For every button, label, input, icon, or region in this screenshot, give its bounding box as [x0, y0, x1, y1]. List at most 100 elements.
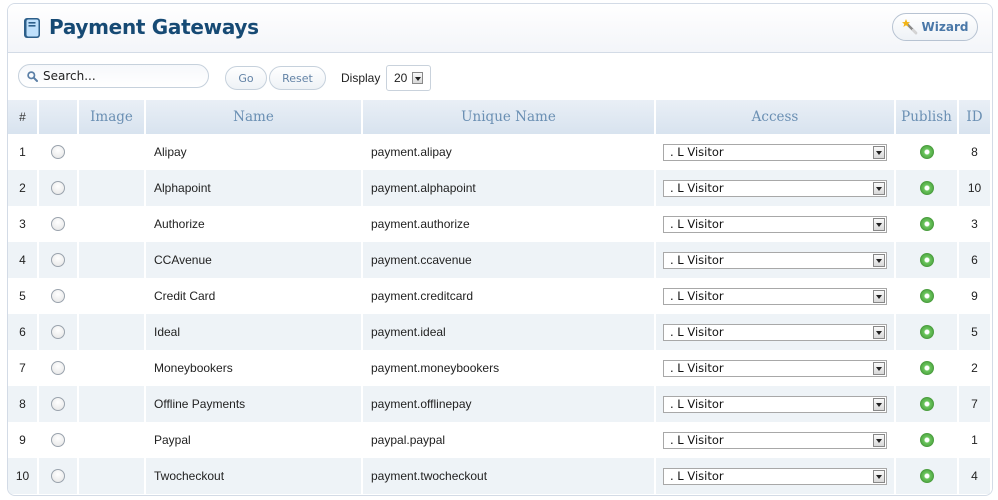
published-status-icon[interactable]	[919, 325, 934, 340]
access-select[interactable]: . L Visitor	[663, 251, 887, 269]
access-value: . L Visitor	[670, 145, 724, 159]
row-access-cell: . L Visitor	[656, 422, 896, 458]
chevron-down-icon	[873, 253, 885, 267]
row-id: 5	[959, 314, 992, 350]
table-row: 10 Twocheckout payment.twocheckout . L V…	[8, 458, 992, 494]
row-image	[79, 422, 146, 458]
row-number: 7	[8, 350, 39, 386]
search-box[interactable]	[18, 64, 209, 88]
column-header-access[interactable]: Access	[656, 100, 896, 134]
row-select-cell	[39, 350, 79, 386]
row-access-cell: . L Visitor	[656, 350, 896, 386]
reset-button[interactable]: Reset	[269, 66, 326, 90]
row-select-cell	[39, 278, 79, 314]
row-name[interactable]: Ideal	[146, 314, 363, 350]
column-header-publish[interactable]: Publish	[896, 100, 959, 134]
row-number: 3	[8, 206, 39, 242]
row-select-radio[interactable]	[51, 217, 65, 232]
row-publish-cell	[896, 458, 959, 494]
chevron-down-icon	[873, 289, 885, 303]
row-image	[79, 206, 146, 242]
row-number: 10	[8, 458, 39, 494]
row-select-radio[interactable]	[51, 397, 65, 412]
row-id: 8	[959, 134, 992, 170]
payment-gateways-panel: Payment Gateways Wizard Go Reset Display…	[7, 3, 993, 496]
row-select-cell	[39, 458, 79, 494]
row-select-radio[interactable]	[51, 433, 65, 448]
display-count-select[interactable]: 20	[386, 65, 431, 91]
published-status-icon[interactable]	[919, 361, 934, 376]
published-status-icon[interactable]	[919, 181, 934, 196]
row-id: 6	[959, 242, 992, 278]
access-value: . L Visitor	[670, 325, 724, 339]
search-input[interactable]	[43, 69, 203, 83]
column-header-id[interactable]: ID	[959, 100, 992, 134]
book-icon	[24, 18, 40, 38]
published-status-icon[interactable]	[919, 397, 934, 412]
row-name[interactable]: Offline Payments	[146, 386, 363, 422]
row-name[interactable]: Paypal	[146, 422, 363, 458]
row-name[interactable]: Authorize	[146, 206, 363, 242]
row-select-cell	[39, 206, 79, 242]
go-button[interactable]: Go	[225, 66, 267, 90]
column-header-unique-name[interactable]: Unique Name	[363, 100, 656, 134]
row-publish-cell	[896, 206, 959, 242]
row-select-radio[interactable]	[51, 289, 65, 304]
row-image	[79, 242, 146, 278]
row-access-cell: . L Visitor	[656, 458, 896, 494]
row-name[interactable]: Alphapoint	[146, 170, 363, 206]
row-name[interactable]: Twocheckout	[146, 458, 363, 494]
published-status-icon[interactable]	[919, 145, 934, 160]
chevron-down-icon	[873, 145, 885, 159]
row-id: 1	[959, 422, 992, 458]
row-select-cell	[39, 386, 79, 422]
chevron-down-icon	[412, 72, 424, 84]
published-status-icon[interactable]	[919, 469, 934, 484]
published-status-icon[interactable]	[919, 253, 934, 268]
access-select[interactable]: . L Visitor	[663, 179, 887, 197]
row-select-radio[interactable]	[51, 469, 65, 484]
table-row: 8 Offline Payments payment.offlinepay . …	[8, 386, 992, 422]
published-status-icon[interactable]	[919, 289, 934, 304]
row-image	[79, 278, 146, 314]
published-status-icon[interactable]	[919, 217, 934, 232]
published-status-icon[interactable]	[919, 433, 934, 448]
row-image	[79, 350, 146, 386]
row-image	[79, 134, 146, 170]
search-icon	[27, 70, 38, 82]
wizard-button[interactable]: Wizard	[892, 13, 978, 41]
display-label: Display	[341, 71, 381, 85]
access-select[interactable]: . L Visitor	[663, 215, 887, 233]
access-value: . L Visitor	[670, 397, 724, 411]
row-number: 9	[8, 422, 39, 458]
row-unique-name: payment.twocheckout	[363, 458, 656, 494]
row-name[interactable]: Moneybookers	[146, 350, 363, 386]
row-select-radio[interactable]	[51, 253, 65, 268]
row-name[interactable]: Alipay	[146, 134, 363, 170]
row-select-radio[interactable]	[51, 181, 65, 196]
column-header-name[interactable]: Name	[146, 100, 363, 134]
row-image	[79, 386, 146, 422]
row-unique-name: payment.offlinepay	[363, 386, 656, 422]
access-select[interactable]: . L Visitor	[663, 431, 887, 449]
access-value: . L Visitor	[670, 217, 724, 231]
row-name[interactable]: Credit Card	[146, 278, 363, 314]
row-number: 1	[8, 134, 39, 170]
access-select[interactable]: . L Visitor	[663, 287, 887, 305]
row-name[interactable]: CCAvenue	[146, 242, 363, 278]
row-unique-name: paypal.paypal	[363, 422, 656, 458]
row-select-cell	[39, 170, 79, 206]
row-select-radio[interactable]	[51, 325, 65, 340]
row-select-radio[interactable]	[51, 145, 65, 160]
access-select[interactable]: . L Visitor	[663, 359, 887, 377]
row-select-cell	[39, 134, 79, 170]
access-select[interactable]: . L Visitor	[663, 323, 887, 341]
access-select[interactable]: . L Visitor	[663, 467, 887, 485]
column-header-image[interactable]: Image	[79, 100, 146, 134]
column-header-number[interactable]: #	[8, 100, 39, 134]
row-id: 3	[959, 206, 992, 242]
row-select-radio[interactable]	[51, 361, 65, 376]
row-unique-name: payment.creditcard	[363, 278, 656, 314]
access-select[interactable]: . L Visitor	[663, 395, 887, 413]
access-select[interactable]: . L Visitor	[663, 143, 887, 161]
